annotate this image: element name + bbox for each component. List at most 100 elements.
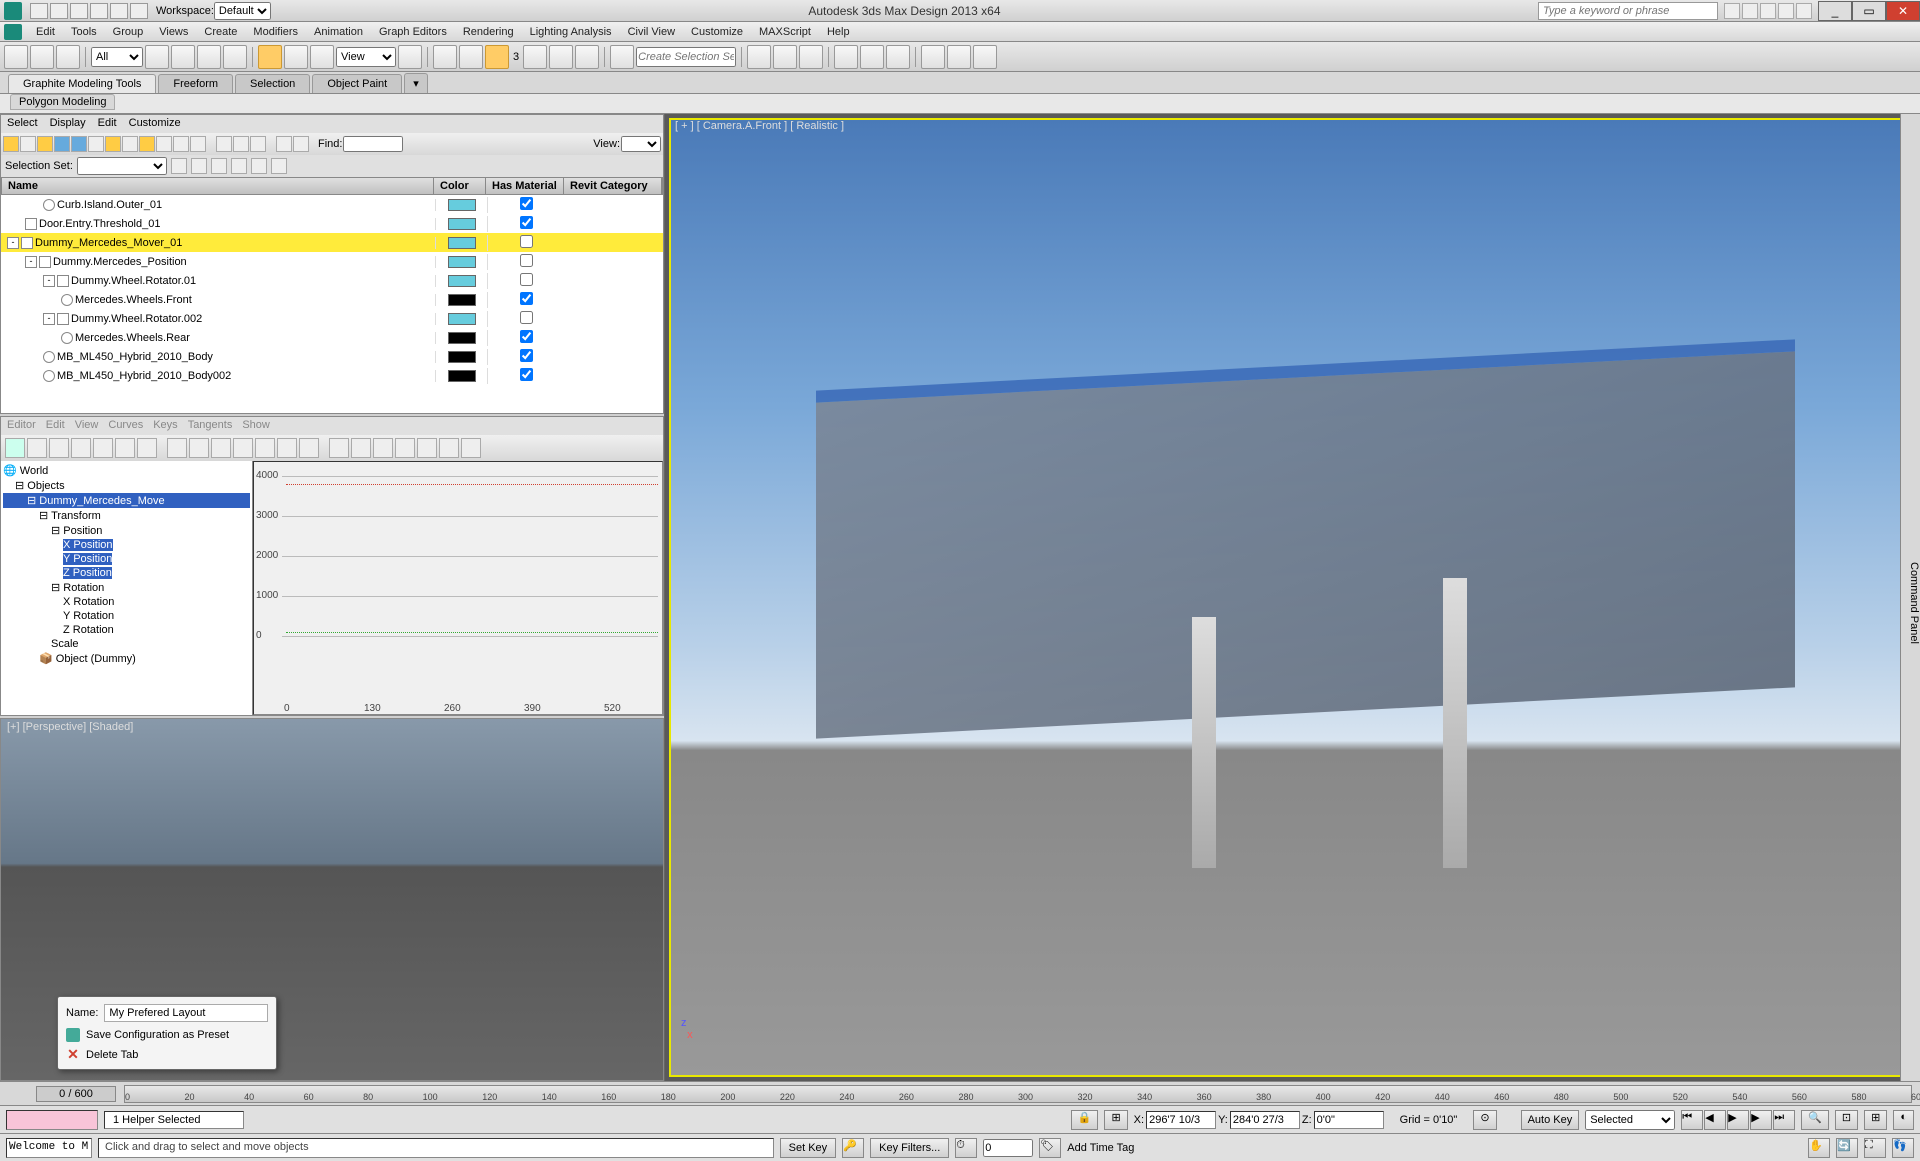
spinner-snap-icon[interactable] bbox=[575, 45, 599, 69]
panel-polygon-modeling[interactable]: Polygon Modeling bbox=[10, 94, 115, 110]
app-menu-icon[interactable] bbox=[4, 24, 22, 40]
ce-scale-keys-icon[interactable] bbox=[49, 438, 69, 458]
qat-redo-icon[interactable] bbox=[110, 3, 128, 19]
ce-zoom-region-icon[interactable] bbox=[255, 438, 275, 458]
workspace-select[interactable]: Default bbox=[214, 2, 271, 20]
material-editor-icon[interactable] bbox=[886, 45, 910, 69]
scene-row[interactable]: Door.Entry.Threshold_01 bbox=[1, 214, 663, 233]
tab-expand-icon[interactable]: ▾ bbox=[404, 73, 428, 93]
se-find-input[interactable] bbox=[343, 136, 403, 152]
help-icon[interactable] bbox=[1796, 3, 1812, 19]
manipulate-icon[interactable] bbox=[433, 45, 457, 69]
se-displaynone-icon[interactable] bbox=[233, 136, 249, 152]
menu-views[interactable]: Views bbox=[151, 24, 196, 40]
se-filter-xref-icon[interactable] bbox=[122, 136, 138, 152]
se-filter-container-icon[interactable] bbox=[156, 136, 172, 152]
se-displayinvert-icon[interactable] bbox=[250, 136, 266, 152]
ce-graph-area[interactable]: 400030002000100000130260390520 bbox=[253, 461, 663, 715]
menu-maxscript[interactable]: MAXScript bbox=[751, 24, 819, 40]
ce-reduce-keys-icon[interactable] bbox=[137, 438, 157, 458]
ce-scale-values-icon[interactable] bbox=[71, 438, 91, 458]
tree-expand-icon[interactable]: - bbox=[7, 237, 19, 249]
has-material-checkbox[interactable] bbox=[520, 216, 533, 229]
se-filter-frozen-icon[interactable] bbox=[173, 136, 189, 152]
se-selset-prev-icon[interactable] bbox=[171, 158, 187, 174]
autokey-button[interactable]: Auto Key bbox=[1521, 1110, 1580, 1130]
nav-orbit-icon[interactable]: 🔄 bbox=[1836, 1138, 1858, 1158]
edit-named-sel-icon[interactable] bbox=[610, 45, 634, 69]
nav-fov-icon[interactable]: ◐ bbox=[1893, 1110, 1914, 1130]
se-pick-icon[interactable] bbox=[231, 158, 247, 174]
render-setup-icon[interactable] bbox=[921, 45, 945, 69]
select-link-icon[interactable] bbox=[4, 45, 28, 69]
bind-space-warp-icon[interactable] bbox=[56, 45, 80, 69]
y-spinner[interactable] bbox=[1230, 1111, 1300, 1129]
se-filter-camera-icon[interactable] bbox=[54, 136, 70, 152]
qat-undo-icon[interactable] bbox=[90, 3, 108, 19]
se-menu-select[interactable]: Select bbox=[7, 117, 38, 131]
se-filter-spacewarp-icon[interactable] bbox=[88, 136, 104, 152]
color-swatch[interactable] bbox=[448, 332, 476, 344]
time-slider-thumb[interactable]: 0 / 600 bbox=[36, 1086, 116, 1102]
scene-row[interactable]: -Dummy.Wheel.Rotator.01 bbox=[1, 271, 663, 290]
pivot-center-icon[interactable] bbox=[398, 45, 422, 69]
se-sel-children-icon[interactable] bbox=[293, 136, 309, 152]
maximize-button[interactable]: ▭ bbox=[1852, 1, 1886, 21]
window-crossing-icon[interactable] bbox=[223, 45, 247, 69]
camera-viewport[interactable]: [ + ] [ Camera.A.Front ] [ Realistic ] z… bbox=[665, 114, 1920, 1081]
menu-edit[interactable]: Edit bbox=[28, 24, 63, 40]
color-swatch[interactable] bbox=[448, 256, 476, 268]
keyfilters-button[interactable]: Key Filters... bbox=[870, 1138, 949, 1158]
exchange-icon[interactable] bbox=[1742, 3, 1758, 19]
color-swatch[interactable] bbox=[448, 313, 476, 325]
qat-new-icon[interactable] bbox=[30, 3, 48, 19]
ce-draw-curves-icon[interactable] bbox=[115, 438, 135, 458]
ce-menu-view[interactable]: View bbox=[75, 419, 99, 433]
goto-start-icon[interactable]: ⏮ bbox=[1681, 1110, 1703, 1130]
key-mode-select[interactable]: Selected bbox=[1585, 1110, 1675, 1130]
time-config-icon[interactable]: ⏱ bbox=[955, 1138, 977, 1158]
ce-menu-keys[interactable]: Keys bbox=[153, 419, 177, 433]
ce-menu-tangents[interactable]: Tangents bbox=[188, 419, 233, 433]
select-region-icon[interactable] bbox=[197, 45, 221, 69]
subscription-icon[interactable] bbox=[1724, 3, 1740, 19]
camera-label[interactable]: [ + ] [ Camera.A.Front ] [ Realistic ] bbox=[675, 120, 844, 132]
select-name-icon[interactable] bbox=[171, 45, 195, 69]
layers-icon[interactable] bbox=[799, 45, 823, 69]
tab-graphite[interactable]: Graphite Modeling Tools bbox=[8, 74, 156, 93]
ce-zoom-horiz-icon[interactable] bbox=[189, 438, 209, 458]
ctx-delete-tab[interactable]: ✕ Delete Tab bbox=[62, 1045, 272, 1065]
menu-tools[interactable]: Tools bbox=[63, 24, 105, 40]
has-material-checkbox[interactable] bbox=[520, 311, 533, 324]
mirror-icon[interactable] bbox=[747, 45, 771, 69]
perspective-label[interactable]: [+] [Perspective] [Shaded] bbox=[7, 721, 133, 733]
se-displayall-icon[interactable] bbox=[216, 136, 232, 152]
se-col-color[interactable]: Color bbox=[434, 178, 486, 194]
snap-toggle-icon[interactable] bbox=[485, 45, 509, 69]
se-selset-select[interactable] bbox=[77, 157, 167, 175]
perspective-viewport[interactable]: [+] [Perspective] [Shaded] Name: Save Co… bbox=[0, 718, 664, 1081]
ce-tangent-slow-icon[interactable] bbox=[395, 438, 415, 458]
se-filter-group-icon[interactable] bbox=[105, 136, 121, 152]
se-view-select[interactable] bbox=[621, 136, 661, 152]
menu-lighting[interactable]: Lighting Analysis bbox=[522, 24, 620, 40]
isolate-sel-icon[interactable]: ⊙ bbox=[1473, 1110, 1496, 1130]
se-menu-customize[interactable]: Customize bbox=[129, 117, 181, 131]
qat-link-icon[interactable] bbox=[130, 3, 148, 19]
menu-civilview[interactable]: Civil View bbox=[620, 24, 683, 40]
scene-row[interactable]: Mercedes.Wheels.Front bbox=[1, 290, 663, 309]
se-menu-edit[interactable]: Edit bbox=[98, 117, 117, 131]
scene-row[interactable]: -Dummy.Mercedes_Position bbox=[1, 252, 663, 271]
x-spinner[interactable] bbox=[1146, 1111, 1216, 1129]
se-config-icon[interactable] bbox=[271, 158, 287, 174]
ce-tangent-auto-icon[interactable] bbox=[329, 438, 349, 458]
se-col-revit[interactable]: Revit Category bbox=[564, 178, 662, 194]
tree-expand-icon[interactable]: - bbox=[43, 275, 55, 287]
ce-menu-edit[interactable]: Edit bbox=[46, 419, 65, 433]
nav-pan-icon[interactable]: ✋ bbox=[1808, 1138, 1830, 1158]
color-swatch[interactable] bbox=[448, 237, 476, 249]
se-filter-bone-icon[interactable] bbox=[139, 136, 155, 152]
tree-expand-icon[interactable]: - bbox=[25, 256, 37, 268]
selection-filter-select[interactable]: All bbox=[91, 47, 143, 67]
select-rotate-icon[interactable] bbox=[284, 45, 308, 69]
